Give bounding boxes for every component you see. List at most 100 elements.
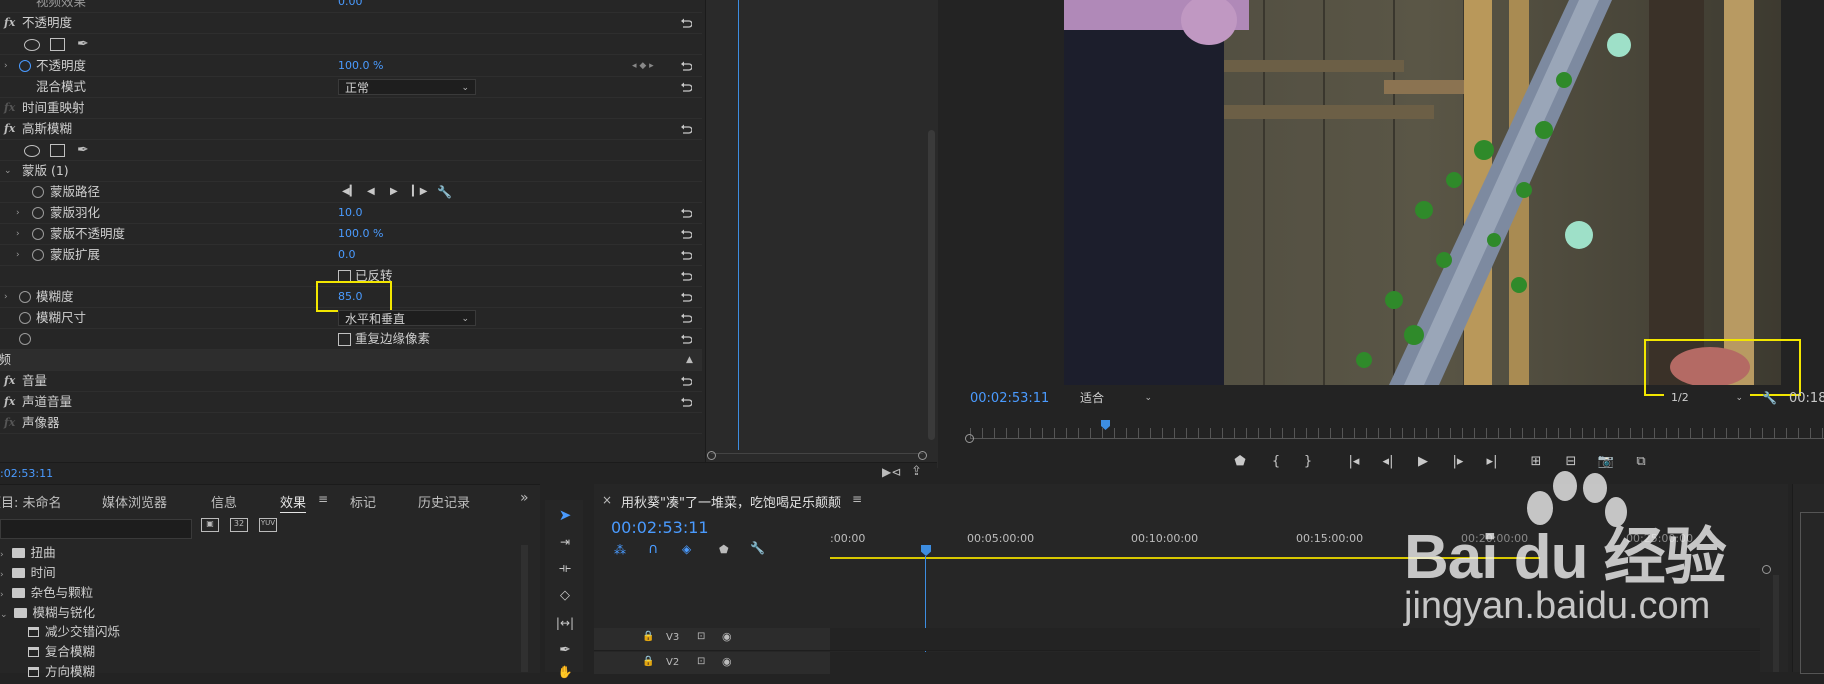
reset-icon[interactable] <box>680 122 693 134</box>
reset-icon[interactable] <box>680 374 693 386</box>
play-audio-icon[interactable]: ▶⊲ <box>882 465 901 479</box>
reset-icon[interactable] <box>680 269 693 281</box>
sync-lock-icon[interactable]: ⊡ <box>697 656 705 667</box>
fit-dropdown[interactable]: 适合 ⌄ <box>1073 389 1159 405</box>
pen-tool-icon[interactable]: ✒ <box>551 638 579 662</box>
reset-icon[interactable] <box>680 311 693 323</box>
zoom-left-handle[interactable] <box>707 451 716 460</box>
eye-icon[interactable]: ◉ <box>722 655 732 668</box>
audio-header-row[interactable]: 音频 ▲ <box>0 350 702 371</box>
track-backward-one-icon[interactable]: ◀▎ <box>342 182 357 202</box>
stopwatch-icon[interactable] <box>19 291 31 303</box>
stopwatch-icon[interactable] <box>19 333 31 345</box>
ripple-edit-tool-icon[interactable]: ⟛ <box>551 557 579 581</box>
blur-dimensions-dropdown[interactable]: 水平和垂直 ⌄ <box>338 310 476 326</box>
tree-item[interactable]: 减少交错闪烁 <box>28 622 120 642</box>
track-forward-icon[interactable]: ▶ <box>390 182 398 202</box>
effect-controls-timecode[interactable]: 00:02:53:11 <box>0 467 53 480</box>
more-tabs-icon[interactable]: » <box>520 490 529 506</box>
compare-view-icon[interactable]: ⧉ <box>1630 454 1652 469</box>
stopwatch-icon[interactable] <box>32 207 44 219</box>
linked-selection-icon[interactable]: ◈ <box>682 542 691 556</box>
lock-icon[interactable]: 🔒 <box>642 631 654 642</box>
volume-row[interactable]: fx 音量 <box>0 371 702 392</box>
expand-arrow-icon[interactable]: › <box>4 56 8 76</box>
lift-icon[interactable]: ⊞ <box>1525 454 1547 469</box>
effects-scrollbar[interactable] <box>521 545 528 672</box>
slip-tool-icon[interactable]: |↔| <box>551 611 579 635</box>
settings-wrench-icon[interactable]: 🔧 <box>1762 391 1777 405</box>
channel-volume-row[interactable]: fx 声道音量 <box>0 392 702 413</box>
stopwatch-icon[interactable] <box>32 228 44 240</box>
lock-icon[interactable]: 🔒 <box>642 656 654 667</box>
mini-timeline-zoom-bar[interactable] <box>711 453 923 460</box>
stopwatch-icon[interactable] <box>32 249 44 261</box>
tree-item[interactable]: 复合模糊 <box>28 642 95 662</box>
track-forward-all-icon[interactable]: ▎▶ <box>412 182 427 202</box>
tab-markers[interactable]: 标记 <box>350 492 376 511</box>
reset-icon[interactable] <box>680 206 693 218</box>
sequence-tab-title[interactable]: 用秋葵"凑"了一堆菜，吃饱喝足乐颠颠 <box>621 492 841 511</box>
step-forward-icon[interactable]: |▸ <box>1447 454 1469 469</box>
sequence-menu-icon[interactable]: ≡ <box>852 492 862 506</box>
reset-icon[interactable] <box>680 80 693 92</box>
export-frame-camera-icon[interactable]: 📷 <box>1595 454 1617 469</box>
gaussian-blur-row[interactable]: fx 高斯模糊 <box>0 119 702 140</box>
tree-item[interactable]: 方向模糊 <box>28 662 95 682</box>
mini-timeline-scrollbar[interactable] <box>928 130 935 440</box>
play-icon[interactable]: ▶ <box>1412 454 1434 469</box>
tab-menu-icon[interactable]: ≡ <box>318 492 328 506</box>
reset-icon[interactable] <box>680 16 693 28</box>
export-icon[interactable]: ⇪ <box>911 464 922 479</box>
razor-tool-icon[interactable]: ◇ <box>551 584 579 608</box>
reset-icon[interactable] <box>680 248 693 260</box>
tab-history[interactable]: 历史记录 <box>418 492 470 511</box>
32bit-effects-icon[interactable]: 32 <box>230 518 248 532</box>
tree-item[interactable]: ⌄ 模糊与锐化 <box>0 603 95 623</box>
mini-timeline-playhead[interactable] <box>738 0 739 450</box>
tree-item[interactable]: › 时间 <box>0 563 56 583</box>
reset-icon[interactable] <box>680 290 693 302</box>
tab-effects[interactable]: 效果 <box>280 492 306 511</box>
tab-project[interactable]: 项目: 未命名 <box>0 492 62 511</box>
add-marker-icon[interactable]: ⬟ <box>1229 454 1251 469</box>
panner-row[interactable]: fx 声像器 <box>0 413 702 434</box>
rectangle-mask-icon[interactable] <box>50 144 65 157</box>
opacity-effect-row[interactable]: fx 不透明度 <box>0 13 702 34</box>
effect-controls-mini-timeline[interactable] <box>705 0 938 468</box>
program-timecode[interactable]: 00:02:53:11 <box>970 391 1049 406</box>
blend-mode-dropdown[interactable]: 正常 ⌄ <box>338 79 476 95</box>
expand-arrow-icon[interactable]: › <box>16 245 20 265</box>
mark-out-icon[interactable]: } <box>1297 454 1319 469</box>
expand-arrow-icon[interactable]: › <box>16 224 20 244</box>
ellipse-mask-icon[interactable] <box>24 39 40 51</box>
go-to-out-icon[interactable]: ▸| <box>1481 454 1503 469</box>
fx-icon[interactable]: fx <box>4 13 15 33</box>
repeat-edge-checkbox[interactable] <box>338 333 351 346</box>
track-lane-v2[interactable] <box>830 652 1760 674</box>
zoom-right-handle[interactable] <box>918 451 927 460</box>
partial-top-value[interactable]: 0.00 <box>338 0 363 12</box>
pen-mask-icon[interactable]: ✒ <box>77 140 89 160</box>
keyframe-nav-icon[interactable]: ◂ ◆ ▸ <box>632 56 654 76</box>
go-to-in-icon[interactable]: |◂ <box>1343 454 1365 469</box>
snap-icon[interactable]: ∩ <box>648 541 658 557</box>
nest-toggle-icon[interactable]: ⁂ <box>614 543 626 557</box>
resolution-dropdown[interactable]: 1/2 ⌄ <box>1664 389 1750 405</box>
scrubber-start-handle[interactable] <box>965 434 974 443</box>
step-back-icon[interactable]: ◂| <box>1377 454 1399 469</box>
program-video-frame[interactable] <box>1064 0 1781 385</box>
effects-search-input[interactable] <box>0 519 192 539</box>
pen-mask-icon[interactable]: ✒ <box>77 34 89 54</box>
fx-icon[interactable]: fx <box>4 371 15 391</box>
mask-expansion-value[interactable]: 0.0 <box>338 245 356 265</box>
ellipse-mask-icon[interactable] <box>24 145 40 157</box>
yuv-effects-icon[interactable]: YUV <box>259 518 277 532</box>
sync-lock-icon[interactable]: ⊡ <box>697 631 705 642</box>
accelerated-effects-icon[interactable]: ▣ <box>201 518 219 532</box>
timeline-settings-wrench-icon[interactable]: 🔧 <box>750 541 765 555</box>
selection-tool-icon[interactable]: ➤ <box>551 503 579 527</box>
mask-feather-value[interactable]: 10.0 <box>338 203 363 223</box>
hand-tool-icon[interactable]: ✋ <box>551 660 579 684</box>
expand-arrow-icon[interactable]: › <box>4 287 8 307</box>
